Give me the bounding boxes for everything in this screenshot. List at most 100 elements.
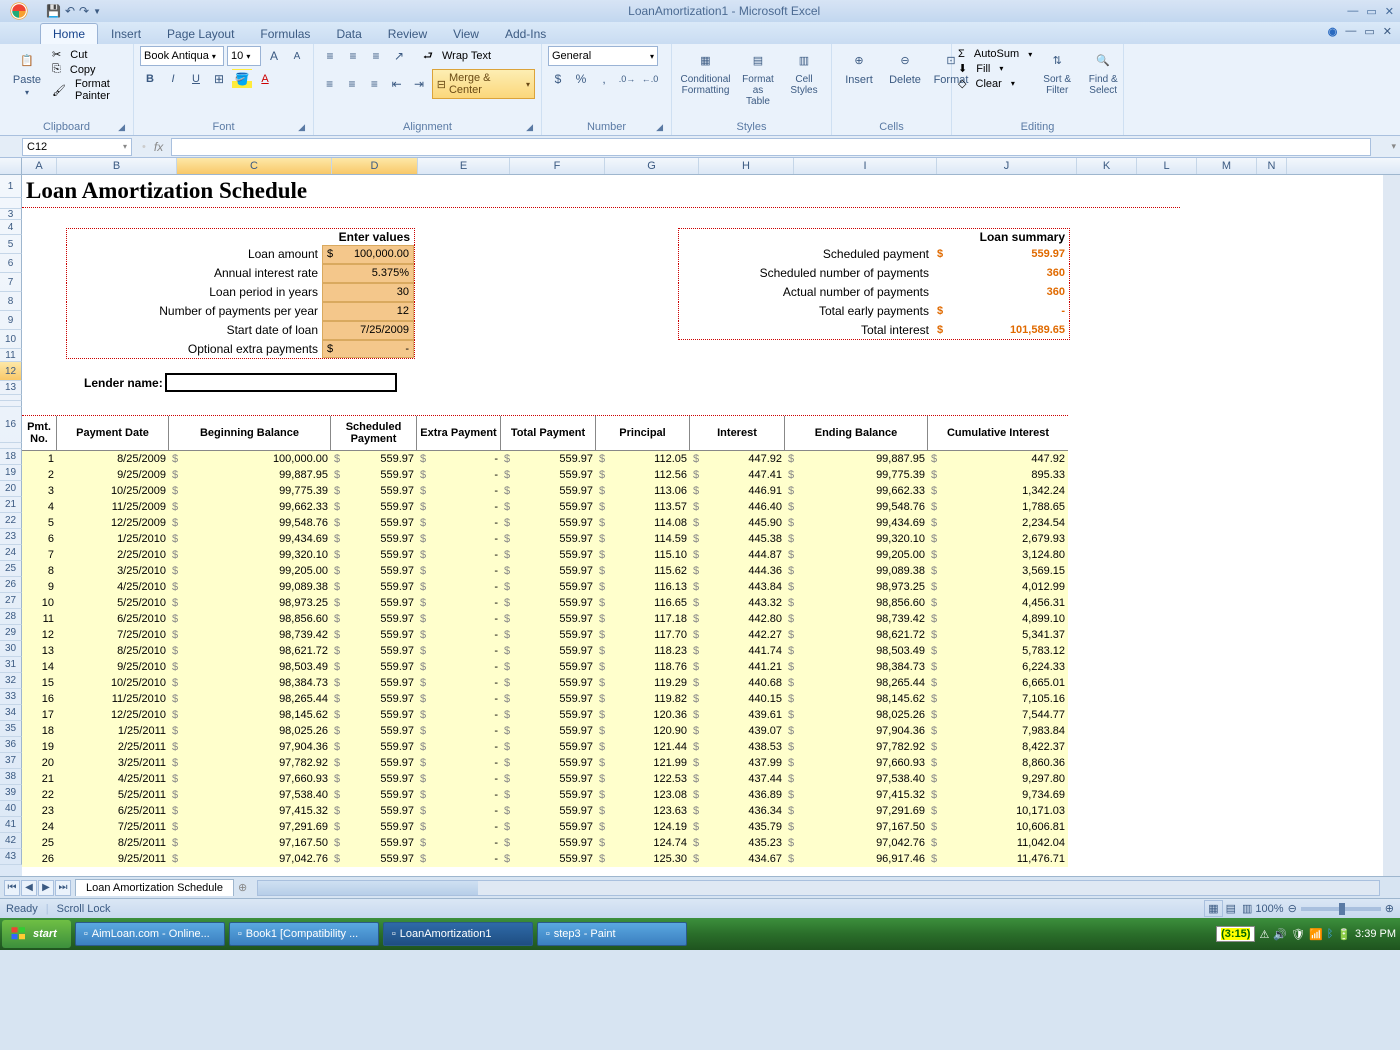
orientation-button[interactable]: ↗ bbox=[389, 46, 409, 66]
row-header[interactable]: 34 bbox=[0, 705, 22, 721]
align-left-button[interactable]: ≡ bbox=[320, 74, 339, 94]
table-row[interactable]: 61/25/2010$99,434.69$559.97$-$559.97$114… bbox=[22, 531, 1068, 547]
row-header[interactable]: 27 bbox=[0, 593, 22, 609]
ribbon-tab-data[interactable]: Data bbox=[323, 23, 374, 44]
new-sheet-icon[interactable]: ⊕ bbox=[238, 881, 247, 894]
row-header[interactable]: 4 bbox=[0, 220, 22, 235]
row-header[interactable]: 32 bbox=[0, 673, 22, 689]
tray-yellow-badge[interactable]: (3:15) bbox=[1216, 926, 1255, 942]
tray-icon[interactable]: 🔋 bbox=[1337, 928, 1351, 941]
table-row[interactable]: 203/25/2011$97,782.92$559.97$-$559.97$12… bbox=[22, 755, 1068, 771]
dialog-launcher-icon[interactable]: ◢ bbox=[298, 122, 305, 133]
close-icon[interactable]: ✕ bbox=[1385, 5, 1394, 18]
decrease-decimal-button[interactable]: ←.0 bbox=[640, 69, 660, 89]
tray-icon[interactable]: 🛡 bbox=[1291, 928, 1305, 941]
table-row[interactable]: 116/25/2010$98,856.60$559.97$-$559.97$11… bbox=[22, 611, 1068, 627]
column-header[interactable]: F bbox=[510, 158, 605, 174]
office-button[interactable] bbox=[2, 0, 36, 22]
dialog-launcher-icon[interactable]: ◢ bbox=[118, 122, 125, 133]
column-header[interactable]: E bbox=[418, 158, 510, 174]
row-header[interactable]: 9 bbox=[0, 311, 22, 330]
row-header[interactable]: 6 bbox=[0, 254, 22, 273]
format-painter-button[interactable]: 🖌 Format Painter bbox=[52, 78, 127, 102]
table-row[interactable]: 258/25/2011$97,167.50$559.97$-$559.97$12… bbox=[22, 835, 1068, 851]
tray-icon[interactable]: 🔊 bbox=[1273, 928, 1287, 941]
dialog-launcher-icon[interactable]: ◢ bbox=[656, 122, 663, 133]
name-box[interactable]: C12▾ bbox=[22, 138, 132, 156]
font-size-combo[interactable]: 10 ▾ bbox=[227, 46, 261, 66]
table-row[interactable]: 138/25/2010$98,621.72$559.97$-$559.97$11… bbox=[22, 643, 1068, 659]
row-header[interactable]: 11 bbox=[0, 349, 22, 362]
expand-formula-bar-icon[interactable]: ▾ bbox=[1391, 141, 1396, 152]
row-header[interactable]: 19 bbox=[0, 465, 22, 481]
decrease-indent-button[interactable]: ⇤ bbox=[387, 74, 406, 94]
row-header[interactable]: 40 bbox=[0, 801, 22, 817]
column-header[interactable]: A bbox=[22, 158, 57, 174]
row-header[interactable]: 24 bbox=[0, 545, 22, 561]
row-header[interactable]: 12 bbox=[0, 362, 22, 381]
wrap-text-button[interactable]: ⮐ Wrap Text bbox=[423, 47, 491, 66]
page-layout-view-icon[interactable]: ▤ bbox=[1223, 901, 1239, 916]
row-header[interactable]: 26 bbox=[0, 577, 22, 593]
row-header[interactable]: 13 bbox=[0, 381, 22, 395]
row-header[interactable]: 22 bbox=[0, 513, 22, 529]
row-header[interactable]: 16 bbox=[0, 407, 22, 443]
row-header[interactable]: 42 bbox=[0, 833, 22, 849]
ribbon-tab-page-layout[interactable]: Page Layout bbox=[154, 23, 247, 44]
row-header[interactable]: 33 bbox=[0, 689, 22, 705]
minimize-icon[interactable]: — bbox=[1347, 5, 1358, 18]
table-row[interactable]: 236/25/2011$97,415.32$559.97$-$559.97$12… bbox=[22, 803, 1068, 819]
tray-clock[interactable]: 3:39 PM bbox=[1355, 928, 1396, 940]
input-value[interactable]: 12 bbox=[322, 302, 414, 321]
paste-button[interactable]: 📋 Paste▾ bbox=[6, 46, 48, 100]
column-header[interactable]: C bbox=[177, 158, 332, 174]
find-select-button[interactable]: 🔍Find & Select bbox=[1082, 46, 1124, 98]
row-header[interactable]: 7 bbox=[0, 273, 22, 292]
table-row[interactable]: 94/25/2010$99,089.38$559.97$-$559.97$116… bbox=[22, 579, 1068, 595]
ribbon-restore-icon[interactable]: ▭ bbox=[1364, 25, 1374, 38]
table-row[interactable]: 1510/25/2010$98,384.73$559.97$-$559.97$1… bbox=[22, 675, 1068, 691]
increase-decimal-button[interactable]: .0→ bbox=[617, 69, 637, 89]
fill-button[interactable]: ⬇ Fill ▾ bbox=[958, 62, 1032, 75]
autosum-button[interactable]: Σ AutoSum ▾ bbox=[958, 48, 1032, 60]
row-header[interactable]: 36 bbox=[0, 737, 22, 753]
row-header[interactable]: 43 bbox=[0, 849, 22, 865]
row-header[interactable]: 38 bbox=[0, 769, 22, 785]
copy-button[interactable]: ⎘ Copy bbox=[52, 63, 127, 76]
cut-button[interactable]: ✂ Cut bbox=[52, 48, 127, 61]
row-header[interactable]: 20 bbox=[0, 481, 22, 497]
row-header[interactable]: 30 bbox=[0, 641, 22, 657]
row-header[interactable]: 25 bbox=[0, 561, 22, 577]
column-header[interactable]: I bbox=[794, 158, 937, 174]
column-header[interactable]: N bbox=[1257, 158, 1287, 174]
align-middle-button[interactable]: ≡ bbox=[343, 46, 363, 66]
row-header[interactable]: 29 bbox=[0, 625, 22, 641]
italic-button[interactable]: I bbox=[163, 69, 183, 89]
column-header[interactable]: H bbox=[699, 158, 794, 174]
row-header[interactable]: 23 bbox=[0, 529, 22, 545]
input-value[interactable]: $- bbox=[322, 340, 414, 358]
column-header[interactable]: L bbox=[1137, 158, 1197, 174]
table-row[interactable]: 29/25/2009$99,887.95$559.97$-$559.97$112… bbox=[22, 467, 1068, 483]
qat-undo-icon[interactable]: ↶ bbox=[65, 4, 75, 18]
help-icon[interactable]: ◉ bbox=[1328, 25, 1338, 38]
percent-button[interactable]: % bbox=[571, 69, 591, 89]
row-header[interactable]: 28 bbox=[0, 609, 22, 625]
table-row[interactable]: 310/25/2009$99,775.39$559.97$-$559.97$11… bbox=[22, 483, 1068, 499]
row-header[interactable]: 35 bbox=[0, 721, 22, 737]
prev-sheet-icon[interactable]: ◀ bbox=[21, 880, 37, 896]
table-row[interactable]: 149/25/2010$98,503.49$559.97$-$559.97$11… bbox=[22, 659, 1068, 675]
format-as-table-button[interactable]: ▤Format as Table bbox=[737, 46, 779, 109]
input-value[interactable]: 5.375% bbox=[322, 264, 414, 283]
normal-view-icon[interactable]: ▦ bbox=[1204, 900, 1222, 917]
column-header[interactable]: B bbox=[57, 158, 177, 174]
bold-button[interactable]: B bbox=[140, 69, 160, 89]
table-row[interactable]: 247/25/2011$97,291.69$559.97$-$559.97$12… bbox=[22, 819, 1068, 835]
fx-icon[interactable]: fx bbox=[154, 140, 163, 154]
formula-bar[interactable] bbox=[171, 138, 1371, 156]
conditional-formatting-button[interactable]: ▦Conditional Formatting bbox=[678, 46, 733, 98]
qat-dropdown-icon[interactable]: ▼ bbox=[93, 7, 101, 16]
row-header[interactable]: 37 bbox=[0, 753, 22, 769]
underline-button[interactable]: U bbox=[186, 69, 206, 89]
tray-icon[interactable]: 📶 bbox=[1309, 928, 1323, 941]
